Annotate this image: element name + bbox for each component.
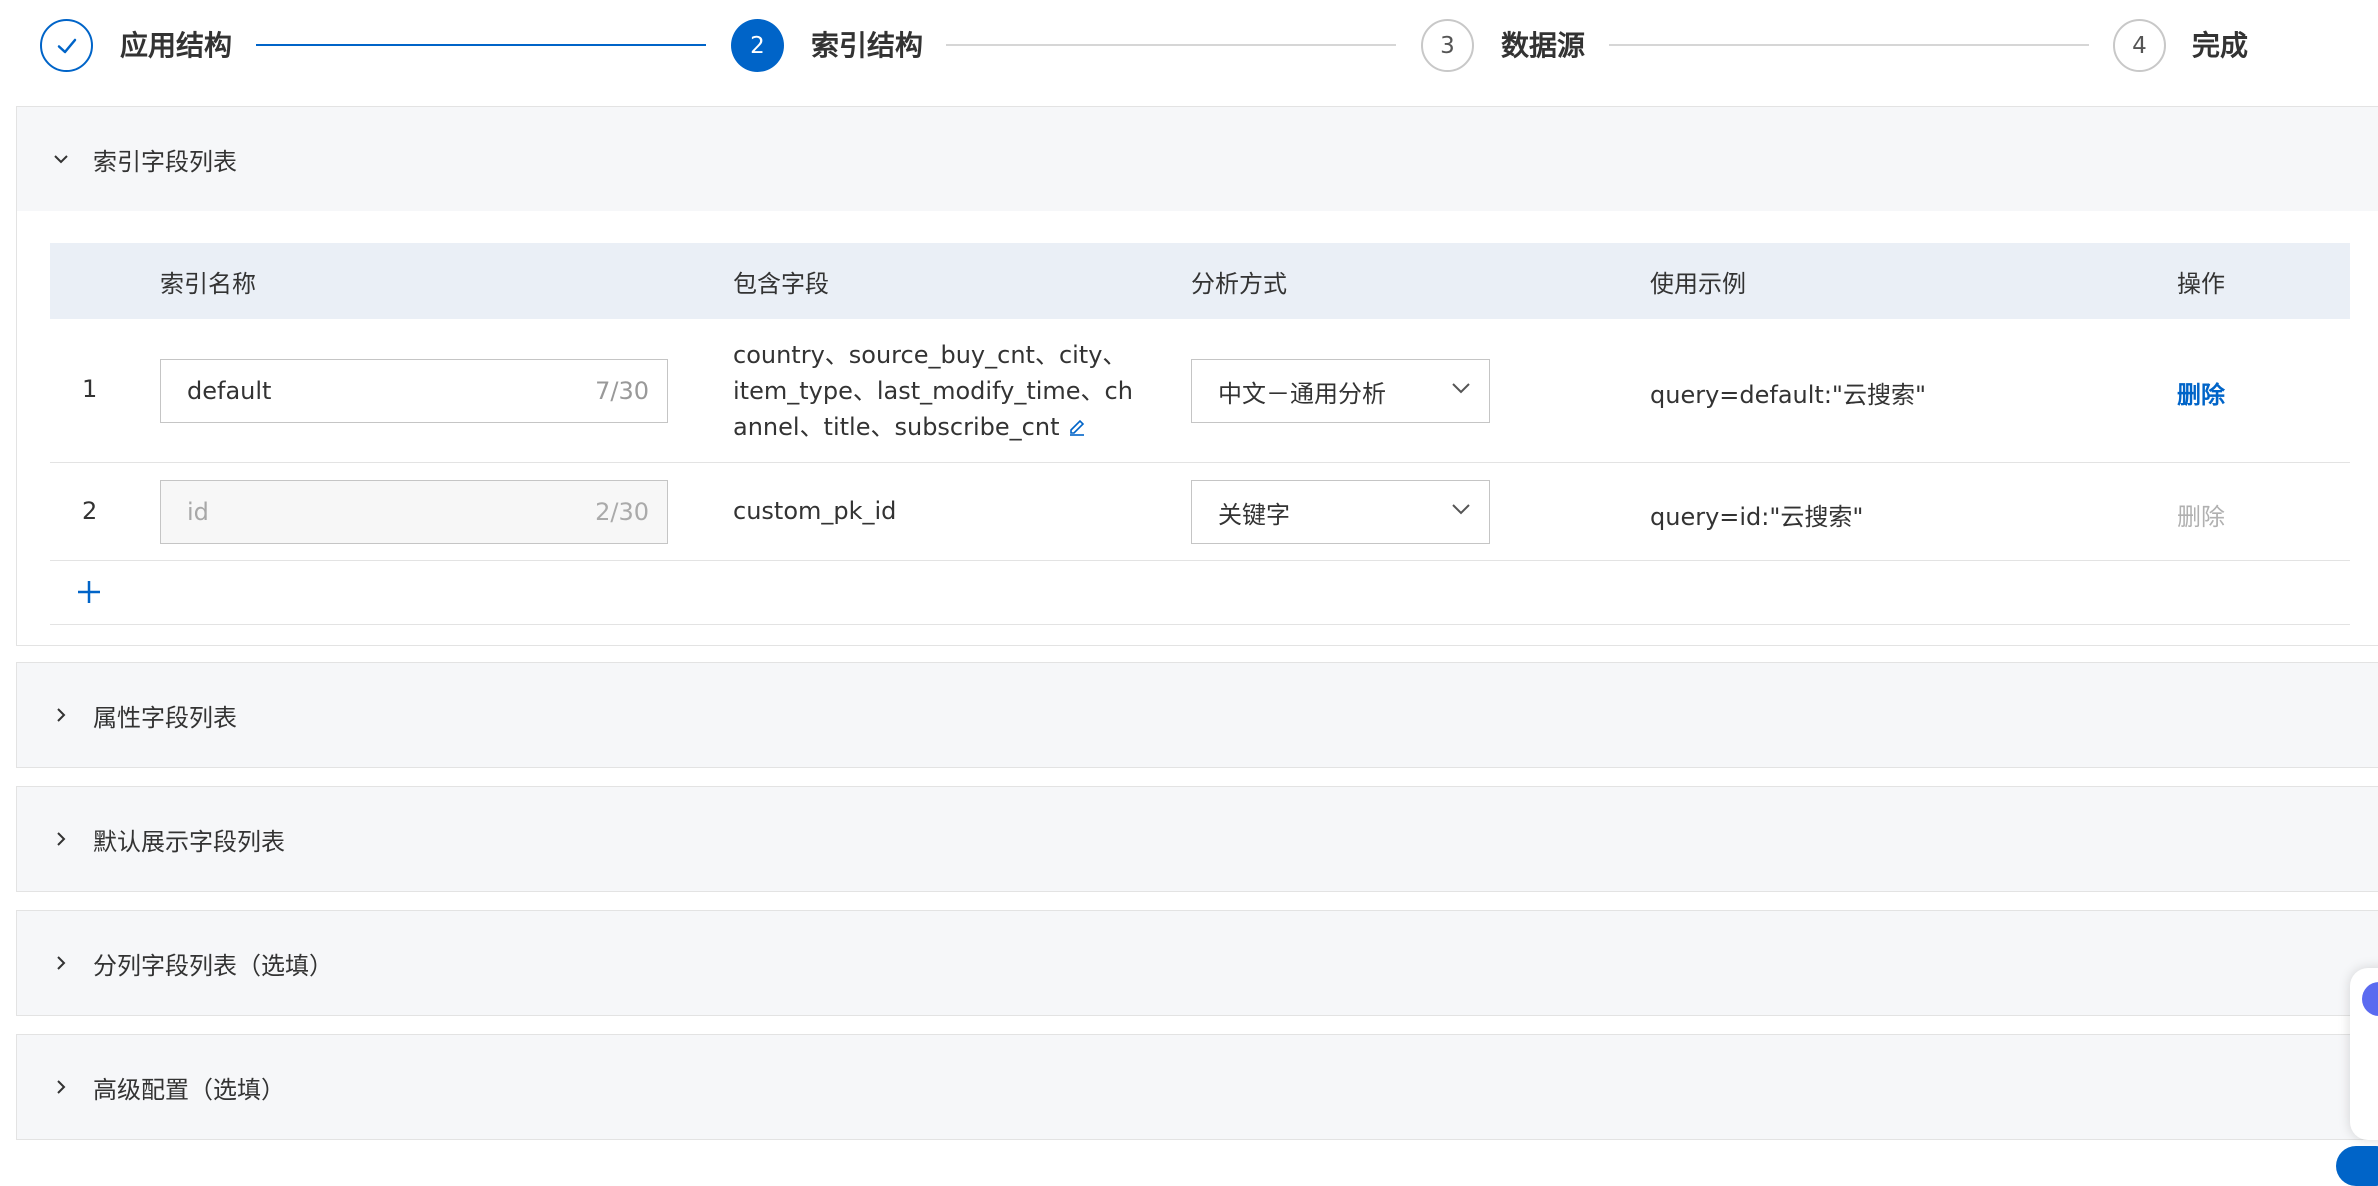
chevron-right-icon xyxy=(51,829,71,849)
attribute-fields-panel-title: 属性字段列表 xyxy=(93,703,237,732)
index-name-input[interactable]: default 7/30 xyxy=(160,359,668,423)
chevron-down-icon xyxy=(1449,497,1473,527)
step-2-number: 2 xyxy=(731,19,784,72)
char-count: 2/30 xyxy=(595,498,649,526)
step-3-number: 3 xyxy=(1421,19,1474,72)
step-1-check-icon xyxy=(40,19,93,72)
add-row xyxy=(50,561,2350,625)
analysis-select[interactable]: 关键字 xyxy=(1191,480,1490,544)
included-fields-text: custom_pk_id xyxy=(733,497,897,525)
included-fields: country、source_buy_cnt、city、item_type、la… xyxy=(733,337,1133,446)
chevron-right-icon xyxy=(51,1077,71,1097)
col-header-name: 索引名称 xyxy=(160,269,256,298)
step-connector-1 xyxy=(256,44,706,46)
analysis-select-value: 中文－通用分析 xyxy=(1218,379,1386,408)
chevron-right-icon xyxy=(51,705,71,725)
floating-assistant-widget[interactable] xyxy=(2350,968,2378,1140)
default-display-fields-panel-header[interactable]: 默认展示字段列表 xyxy=(17,787,2378,891)
index-fields-panel: 索引字段列表 索引名称 包含字段 分析方式 使用示例 操作 1 default … xyxy=(16,106,2378,646)
step-connector-2 xyxy=(946,44,1396,46)
index-name-value: id xyxy=(187,498,209,526)
steps-bar: 应用结构 2 索引结构 3 数据源 4 完成 xyxy=(0,0,2378,96)
index-name-value: default xyxy=(187,377,272,405)
analysis-select[interactable]: 中文－通用分析 xyxy=(1191,359,1490,423)
index-fields-panel-title: 索引字段列表 xyxy=(93,147,237,176)
edit-icon[interactable] xyxy=(1067,410,1087,446)
delete-link-disabled: 删除 xyxy=(2177,503,2225,531)
chevron-down-icon xyxy=(51,149,71,169)
split-fields-panel-header[interactable]: 分列字段列表（选填） xyxy=(17,911,2378,1015)
delete-link[interactable]: 删除 xyxy=(2177,375,2225,410)
index-name-input: id 2/30 xyxy=(160,480,668,544)
split-fields-panel-title: 分列字段列表（选填） xyxy=(93,951,333,980)
col-header-fields: 包含字段 xyxy=(733,269,829,298)
col-header-example: 使用示例 xyxy=(1650,269,1746,298)
plus-icon[interactable] xyxy=(74,577,104,607)
table-header: 索引名称 包含字段 分析方式 使用示例 操作 xyxy=(50,243,2350,319)
split-fields-panel: 分列字段列表（选填） xyxy=(16,910,2378,1016)
col-header-analysis: 分析方式 xyxy=(1191,269,1287,298)
step-connector-3 xyxy=(1609,44,2089,46)
advanced-config-panel-title: 高级配置（选填） xyxy=(93,1075,285,1104)
row-number: 2 xyxy=(82,497,98,525)
default-display-fields-panel-title: 默认展示字段列表 xyxy=(93,827,285,856)
attribute-fields-panel: 属性字段列表 xyxy=(16,662,2378,768)
advanced-config-panel: 高级配置（选填） xyxy=(16,1034,2378,1140)
chevron-right-icon xyxy=(51,953,71,973)
usage-example: query=default:"云搜索" xyxy=(1650,381,1926,409)
assistant-icon xyxy=(2362,982,2378,1016)
floating-action-button[interactable] xyxy=(2336,1146,2378,1186)
table-row: 2 id 2/30 custom_pk_id 关键字 query=id:"云搜索… xyxy=(50,463,2350,561)
step-4-number: 4 xyxy=(2113,19,2166,72)
index-fields-panel-header[interactable]: 索引字段列表 xyxy=(17,107,2378,211)
usage-example: query=id:"云搜索" xyxy=(1650,503,1864,531)
step-1-label: 应用结构 xyxy=(120,29,233,62)
analysis-select-value: 关键字 xyxy=(1218,500,1290,529)
chevron-down-icon xyxy=(1449,376,1473,406)
attribute-fields-panel-header[interactable]: 属性字段列表 xyxy=(17,663,2378,767)
row-number: 1 xyxy=(82,375,98,403)
advanced-config-panel-header[interactable]: 高级配置（选填） xyxy=(17,1035,2378,1139)
default-display-fields-panel: 默认展示字段列表 xyxy=(16,786,2378,892)
index-table: 索引名称 包含字段 分析方式 使用示例 操作 1 default 7/30 co… xyxy=(50,243,2350,625)
col-header-ops: 操作 xyxy=(2177,269,2225,298)
index-fields-panel-body: 索引名称 包含字段 分析方式 使用示例 操作 1 default 7/30 co… xyxy=(17,211,2378,645)
char-count: 7/30 xyxy=(595,377,649,405)
step-4-label: 完成 xyxy=(2192,29,2249,62)
step-3-label: 数据源 xyxy=(1501,29,1586,62)
table-row: 1 default 7/30 country、source_buy_cnt、ci… xyxy=(50,319,2350,463)
step-2-label: 索引结构 xyxy=(811,29,924,62)
